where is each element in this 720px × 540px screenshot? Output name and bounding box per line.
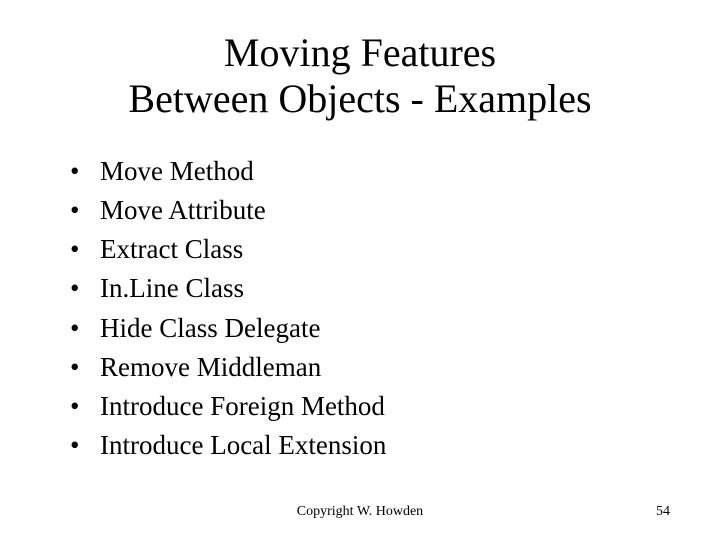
page-number: 54 <box>656 504 670 520</box>
list-item: • Extract Class <box>70 230 670 269</box>
bullet-text: Move Method <box>100 152 254 191</box>
bullet-icon: • <box>70 309 100 348</box>
list-item: • Introduce Foreign Method <box>70 387 670 426</box>
bullet-text: Introduce Local Extension <box>100 426 386 465</box>
bullet-icon: • <box>70 152 100 191</box>
bullet-list: • Move Method • Move Attribute • Extract… <box>50 152 670 465</box>
list-item: • Introduce Local Extension <box>70 426 670 465</box>
bullet-icon: • <box>70 387 100 426</box>
bullet-text: Remove Middleman <box>100 348 321 387</box>
slide-title: Moving Features Between Objects - Exampl… <box>50 30 670 122</box>
bullet-icon: • <box>70 230 100 269</box>
bullet-text: Hide Class Delegate <box>100 309 320 348</box>
bullet-text: Move Attribute <box>100 191 266 230</box>
list-item: • Hide Class Delegate <box>70 309 670 348</box>
list-item: • Remove Middleman <box>70 348 670 387</box>
bullet-text: In.Line Class <box>100 269 244 308</box>
list-item: • Move Attribute <box>70 191 670 230</box>
bullet-text: Extract Class <box>100 230 243 269</box>
bullet-icon: • <box>70 426 100 465</box>
list-item: • In.Line Class <box>70 269 670 308</box>
bullet-icon: • <box>70 269 100 308</box>
title-line-2: Between Objects - Examples <box>128 76 591 121</box>
bullet-icon: • <box>70 348 100 387</box>
title-line-1: Moving Features <box>224 30 496 75</box>
footer-copyright: Copyright W. Howden <box>0 504 720 520</box>
bullet-text: Introduce Foreign Method <box>100 387 385 426</box>
bullet-icon: • <box>70 191 100 230</box>
list-item: • Move Method <box>70 152 670 191</box>
slide-container: Moving Features Between Objects - Exampl… <box>0 0 720 540</box>
